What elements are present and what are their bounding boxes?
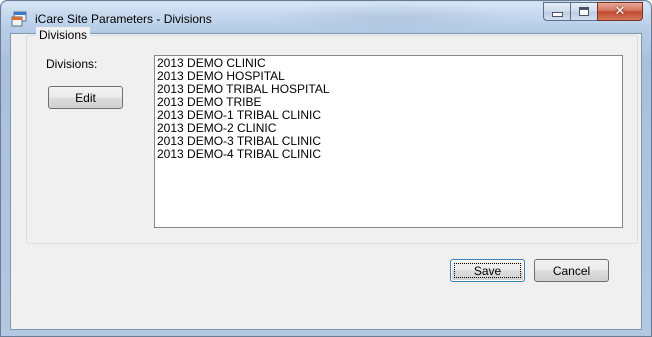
edit-button[interactable]: Edit xyxy=(48,86,123,109)
cancel-button[interactable]: Cancel xyxy=(534,259,609,282)
window-frame: iCare Site Parameters - Divisions ✕ Divi… xyxy=(0,0,652,337)
minimize-button[interactable] xyxy=(543,2,570,21)
edit-button-label: Edit xyxy=(75,90,96,105)
save-button-focus: Save xyxy=(454,263,521,278)
close-button[interactable]: ✕ xyxy=(597,2,643,21)
cancel-button-label: Cancel xyxy=(552,263,591,278)
save-button[interactable]: Save xyxy=(450,259,525,282)
list-item[interactable]: 2013 DEMO-4 TRIBAL CLINIC xyxy=(157,148,620,161)
app-window-icon xyxy=(11,11,27,27)
maximize-button[interactable] xyxy=(570,2,597,21)
group-title: Divisions xyxy=(36,27,91,43)
close-icon: ✕ xyxy=(614,4,626,19)
save-button-label: Save xyxy=(473,263,502,278)
caption-buttons: ✕ xyxy=(543,2,643,22)
minimize-icon xyxy=(551,12,563,17)
maximize-icon xyxy=(579,7,589,16)
divisions-list[interactable]: 2013 DEMO CLINIC 2013 DEMO HOSPITAL 2013… xyxy=(154,55,623,228)
divisions-label: Divisions: xyxy=(46,57,98,71)
window-title: iCare Site Parameters - Divisions xyxy=(35,12,212,26)
